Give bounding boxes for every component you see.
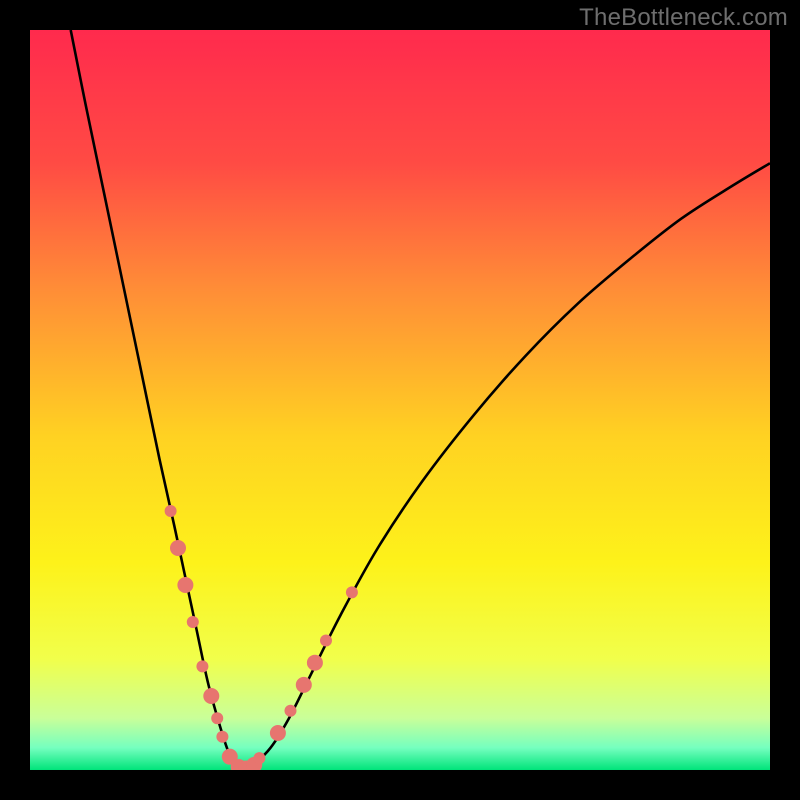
marker-dot xyxy=(216,731,228,743)
marker-dot xyxy=(177,577,193,593)
marker-dot xyxy=(196,660,208,672)
bottleneck-curve xyxy=(71,30,770,770)
highlight-dots xyxy=(165,505,358,770)
marker-dot xyxy=(187,616,199,628)
watermark-text: TheBottleneck.com xyxy=(579,4,788,32)
marker-dot xyxy=(211,712,223,724)
marker-dot xyxy=(284,705,296,717)
marker-dot xyxy=(346,586,358,598)
marker-dot xyxy=(253,752,265,764)
curve-layer xyxy=(30,30,770,770)
marker-dot xyxy=(320,635,332,647)
chart-frame: TheBottleneck.com xyxy=(0,0,800,800)
marker-dot xyxy=(165,505,177,517)
marker-dot xyxy=(270,725,286,741)
marker-dot xyxy=(203,688,219,704)
marker-dot xyxy=(296,677,312,693)
marker-dot xyxy=(170,540,186,556)
marker-dot xyxy=(307,655,323,671)
plot-area xyxy=(30,30,770,770)
